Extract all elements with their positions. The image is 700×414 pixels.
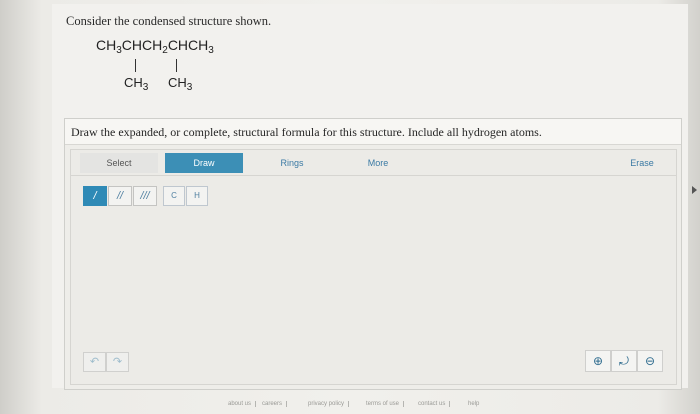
footer-help-link[interactable]: help	[468, 401, 483, 407]
footer-careers-link[interactable]: careers	[262, 401, 288, 407]
branch-left: CH3	[124, 75, 149, 93]
zoom-out-icon[interactable]: ⊖	[637, 350, 663, 372]
zoom-in-icon[interactable]: ⊕	[585, 350, 611, 372]
hydrogen-atom-button[interactable]: H	[186, 186, 208, 206]
atom-tools: C H	[163, 186, 213, 206]
zoom-tools: ⊕ ⤾ ⊖	[585, 350, 663, 372]
drawing-canvas[interactable]: Select Draw Rings More Erase / // /// C …	[70, 149, 677, 385]
arrow-right-icon	[692, 186, 697, 194]
branch-bond-right	[176, 59, 177, 72]
structure-editor: Draw the expanded, or complete, structur…	[64, 118, 682, 390]
bond-tools: / // ///	[83, 186, 161, 206]
question-text: Consider the condensed structure shown.	[66, 14, 272, 28]
draw-tab[interactable]: Draw	[165, 153, 243, 173]
branch-right: CH3	[168, 75, 193, 93]
redo-icon[interactable]: ↷	[106, 352, 129, 372]
zoom-reset-icon[interactable]: ⤾	[611, 350, 637, 372]
footer-terms-link[interactable]: terms of use	[366, 401, 405, 407]
question-page: Consider the condensed structure shown. …	[52, 4, 688, 390]
branch-bond-left	[135, 59, 136, 72]
triple-bond-button[interactable]: ///	[133, 186, 157, 206]
select-tab[interactable]: Select	[80, 153, 158, 173]
undo-redo-group: ↶ ↷	[83, 352, 131, 372]
erase-tab[interactable]: Erase	[617, 153, 667, 173]
undo-icon[interactable]: ↶	[83, 352, 106, 372]
footer-about-link[interactable]: about us	[228, 401, 257, 407]
carbon-atom-button[interactable]: C	[163, 186, 185, 206]
footer-contact-link[interactable]: contact us	[418, 401, 451, 407]
more-tab[interactable]: More	[353, 153, 403, 173]
double-bond-button[interactable]: //	[108, 186, 132, 206]
footer-links: about us careers privacy policy terms of…	[228, 401, 498, 413]
condensed-structure: CH3CHCH2CHCH3 CH3 CH3	[96, 37, 256, 97]
rings-tab[interactable]: Rings	[267, 153, 317, 173]
footer-privacy-link[interactable]: privacy policy	[308, 401, 350, 407]
single-bond-button[interactable]: /	[83, 186, 107, 206]
instruction-text: Draw the expanded, or complete, structur…	[65, 119, 681, 145]
main-chain: CH3CHCH2CHCH3	[96, 37, 214, 56]
editor-toolbar: Select Draw Rings More Erase	[71, 150, 676, 176]
